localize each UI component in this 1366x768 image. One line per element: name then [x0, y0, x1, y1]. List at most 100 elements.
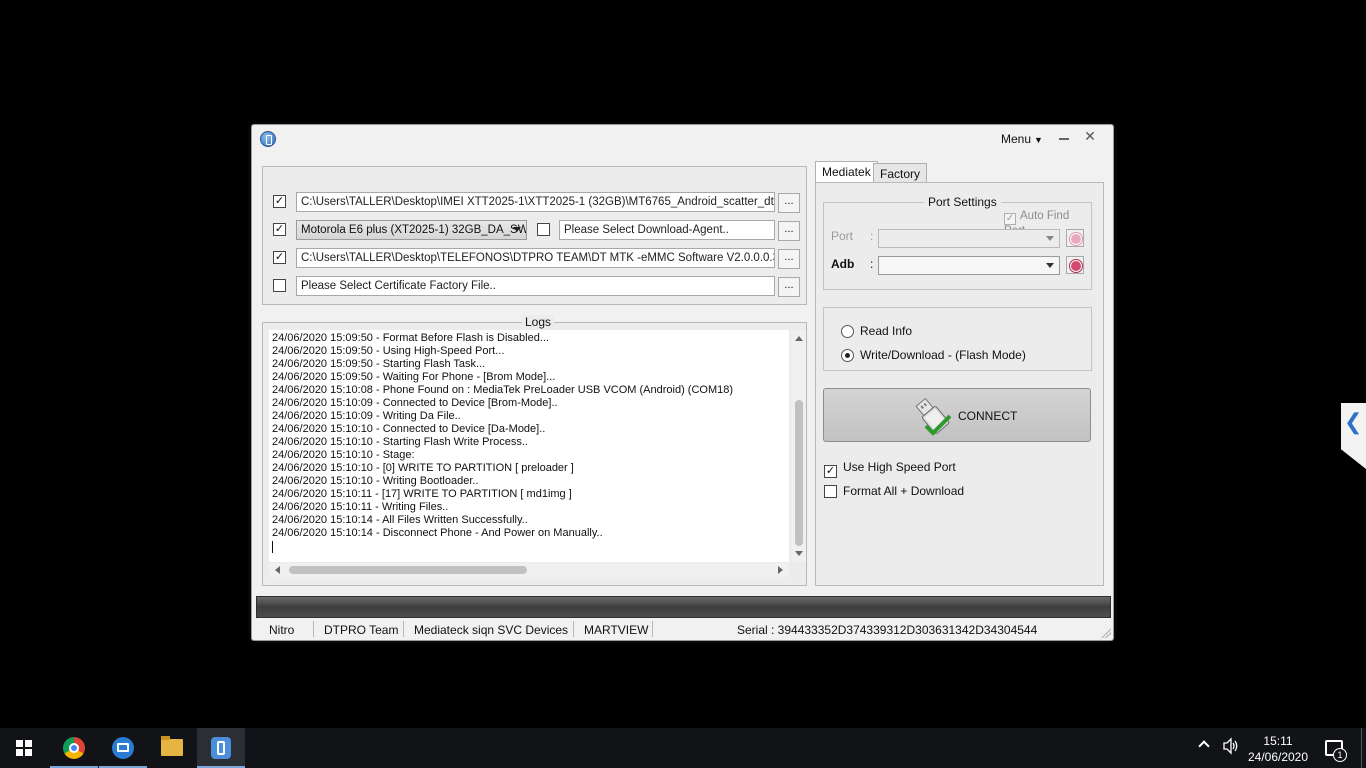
- format-all-download-label: Format All + Download: [843, 484, 965, 498]
- taskbar-chrome[interactable]: [50, 728, 98, 768]
- scroll-up-icon[interactable]: [795, 336, 803, 341]
- port-colon: :: [870, 229, 874, 243]
- port-settings-group: Port Settings ✓Auto Find Port Port : Adb…: [823, 195, 1092, 290]
- connect-button[interactable]: CONNECT: [823, 388, 1091, 442]
- caret-down-icon: ▼: [1034, 135, 1043, 145]
- model-select[interactable]: Motorola E6 plus (XT2025-1) 32GB_DA_SWSE…: [296, 220, 527, 240]
- scatter-checkbox[interactable]: ✓: [273, 195, 286, 208]
- port-label: Port: [831, 229, 854, 243]
- log-line: 24/06/2020 15:10:09 - Writing Da File..: [272, 410, 461, 422]
- volume-icon[interactable]: [1222, 737, 1240, 755]
- certificate-field[interactable]: Please Select Certificate Factory File..: [296, 276, 775, 296]
- close-button[interactable]: ✕: [1082, 127, 1098, 145]
- start-button[interactable]: [0, 728, 48, 768]
- notification-badge: 1: [1333, 748, 1347, 762]
- certificate-checkbox[interactable]: [273, 279, 286, 292]
- download-agent-field[interactable]: Please Select Download-Agent..: [559, 220, 775, 240]
- status-martview: MARTVIEW: [584, 623, 649, 637]
- write-download-radio[interactable]: Write/Download - (Flash Mode): [841, 348, 1026, 362]
- log-line: 24/06/2020 15:10:11 - [17] WRITE TO PART…: [272, 488, 572, 500]
- firmware-path-field[interactable]: C:\Users\TALLER\Desktop\TELEFONOS\DTPRO …: [296, 248, 775, 268]
- logs-panel: Logs 24/06/2020 15:09:50 - Format Before…: [262, 315, 807, 586]
- firmware-checkbox[interactable]: ✓: [273, 251, 286, 264]
- taskbar-remote-desktop[interactable]: [99, 728, 147, 768]
- scroll-right-icon[interactable]: [778, 566, 783, 574]
- windows-icon: [16, 740, 32, 756]
- log-line: 24/06/2020 15:10:10 - Connected to Devic…: [272, 423, 546, 435]
- side-panel-tab[interactable]: ❮: [1341, 403, 1366, 469]
- chevron-left-icon: ❮: [1344, 409, 1363, 434]
- taskbar: [0, 728, 1366, 768]
- read-info-radio[interactable]: Read Info: [841, 324, 912, 338]
- format-all-download-checkbox[interactable]: Format All + Download: [824, 484, 964, 498]
- app-window: Menu ▼ ✕ ✓ C:\Users\TALLER\Desktop\IMEI X…: [251, 124, 1114, 641]
- log-line: 24/06/2020 15:10:08 - Phone Found on : M…: [272, 384, 734, 396]
- model-checkbox[interactable]: ✓: [273, 223, 286, 236]
- taskbar-dtpro-app[interactable]: [197, 728, 245, 768]
- title-bar[interactable]: Menu ▼ ✕: [252, 125, 1113, 153]
- menu-label: Menu: [1001, 132, 1032, 146]
- adb-label: Adb: [831, 257, 855, 271]
- checkbox-empty-icon: [824, 485, 837, 498]
- files-panel: ✓ C:\Users\TALLER\Desktop\IMEI XTT2025-1…: [262, 166, 807, 305]
- connect-label: CONNECT: [958, 409, 1018, 423]
- status-devices: Mediateck siqn SVC Devices: [414, 623, 569, 637]
- scroll-thumb[interactable]: [795, 400, 803, 546]
- browse-scatter-button[interactable]: ...: [778, 193, 800, 213]
- log-line: 24/06/2020 15:10:10 - Writing Bootloader…: [272, 475, 479, 487]
- status-separator: [652, 621, 653, 637]
- menu-button[interactable]: Menu ▼: [1001, 132, 1043, 146]
- use-high-speed-port-checkbox[interactable]: ✓ Use High Speed Port: [824, 460, 956, 478]
- adb-select[interactable]: [878, 256, 1060, 275]
- status-bar: Nitro DTPRO Team Mediateck siqn SVC Devi…: [252, 619, 1113, 640]
- scatter-path-field[interactable]: C:\Users\TALLER\Desktop\IMEI XTT2025-1\X…: [296, 192, 775, 212]
- port-refresh-icon[interactable]: [1066, 229, 1084, 247]
- status-separator: [313, 621, 314, 637]
- adb-refresh-icon[interactable]: [1066, 256, 1084, 274]
- radio-on-icon: [841, 349, 854, 362]
- log-line: 24/06/2020 15:10:10 - Starting Flash Wri…: [272, 436, 528, 448]
- dropdown-arrow-icon: [1046, 236, 1054, 241]
- mediatek-tab-body: Port Settings ✓Auto Find Port Port : Adb…: [815, 182, 1104, 586]
- browse-firmware-button[interactable]: ...: [778, 249, 800, 269]
- log-line: 24/06/2020 15:09:50 - Waiting For Phone …: [272, 371, 556, 383]
- scroll-left-icon[interactable]: [275, 566, 280, 574]
- usb-check-icon: [915, 397, 952, 436]
- log-output[interactable]: 24/06/2020 15:09:50 - Format Before Flas…: [269, 330, 789, 562]
- tab-factory[interactable]: Factory: [873, 163, 928, 183]
- log-line: 24/06/2020 15:10:14 - All Files Written …: [272, 514, 528, 526]
- phone-app-icon: [211, 737, 231, 759]
- logs-title: Logs: [522, 315, 555, 329]
- taskbar-clock[interactable]: 15:11 24/06/2020: [1246, 733, 1310, 765]
- tab-mediatek[interactable]: Mediatek: [815, 161, 878, 183]
- port-select[interactable]: [878, 229, 1060, 248]
- browse-download-agent-button[interactable]: ...: [778, 221, 800, 241]
- scroll-thumb[interactable]: [289, 566, 527, 574]
- show-desktop-button[interactable]: [1361, 728, 1362, 768]
- log-line: 24/06/2020 15:10:14 - Disconnect Phone -…: [272, 527, 603, 539]
- mode-group: Read Info Write/Download - (Flash Mode): [823, 307, 1092, 371]
- progress-bar: [256, 596, 1111, 618]
- log-line: 24/06/2020 15:10:10 - Stage:: [272, 449, 415, 461]
- clock-time: 15:11: [1263, 734, 1293, 748]
- browse-certificate-button[interactable]: ...: [778, 277, 800, 297]
- resize-grip-icon[interactable]: [1101, 628, 1111, 638]
- app-logo-icon: [260, 131, 276, 147]
- taskbar-file-explorer[interactable]: [148, 728, 196, 768]
- dropdown-arrow-icon: [513, 227, 521, 232]
- log-line: 24/06/2020 15:09:50 - Starting Flash Tas…: [272, 358, 486, 370]
- dropdown-arrow-icon: [1046, 263, 1054, 268]
- log-line: 24/06/2020 15:09:50 - Format Before Flas…: [272, 332, 549, 344]
- checkbox-check-icon: ✓: [824, 465, 837, 478]
- folder-icon: [161, 736, 183, 756]
- status-separator: [403, 621, 404, 637]
- download-agent-checkbox[interactable]: [537, 223, 550, 236]
- status-serial: Serial : 394433352D374339312D303631342D3…: [737, 623, 1038, 637]
- port-settings-title: Port Settings: [924, 195, 1001, 209]
- log-vertical-scrollbar[interactable]: [792, 330, 806, 562]
- status-team: DTPRO Team: [324, 623, 399, 637]
- remote-desktop-icon: [112, 737, 134, 759]
- log-horizontal-scrollbar[interactable]: [269, 563, 789, 577]
- scroll-down-icon[interactable]: [795, 551, 803, 556]
- minimize-button[interactable]: [1056, 127, 1072, 145]
